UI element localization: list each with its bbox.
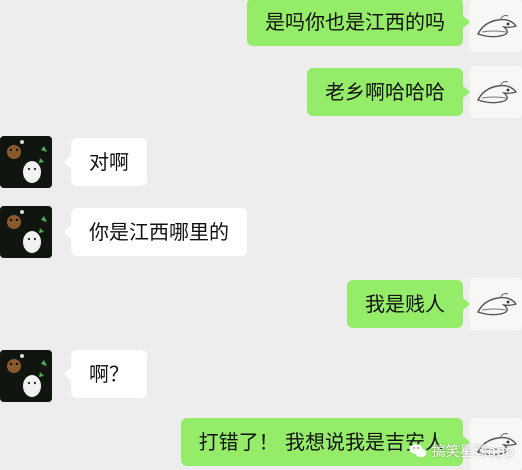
incoming-message-bubble[interactable]: 啊？: [64, 350, 147, 398]
outgoing-message-bubble[interactable]: 老乡啊哈哈哈: [307, 68, 470, 116]
contact-avatar[interactable]: [0, 206, 52, 258]
incoming-message-bubble[interactable]: 对啊: [64, 138, 147, 186]
dragon-sketch-avatar-icon: [470, 278, 522, 330]
watermark-text: 搞笑星球app: [431, 444, 514, 460]
chat-area: 是吗你也是江西的吗 老乡啊哈哈哈 对啊 你是江西哪里的 我是贱人 啊？ 打错了！…: [0, 0, 522, 470]
cartoon-bear-avatar-icon: [0, 136, 52, 188]
wechat-icon: [409, 444, 427, 458]
message-row: 你是江西哪里的: [0, 206, 522, 258]
watermark: 搞笑星球app: [409, 440, 514, 462]
dragon-sketch-avatar-icon: [470, 66, 522, 118]
message-text: 对啊: [89, 150, 129, 174]
cartoon-bear-avatar-icon: [0, 206, 52, 258]
my-avatar[interactable]: [470, 66, 522, 118]
incoming-message-bubble[interactable]: 你是江西哪里的: [64, 208, 247, 256]
outgoing-message-bubble[interactable]: 我是贱人: [347, 280, 470, 328]
contact-avatar[interactable]: [0, 350, 52, 402]
cartoon-bear-avatar-icon: [0, 350, 52, 402]
message-text: 你是江西哪里的: [89, 220, 229, 244]
message-text: 老乡啊哈哈哈: [325, 80, 445, 104]
message-row: 是吗你也是江西的吗: [0, 0, 522, 52]
my-avatar[interactable]: [470, 0, 522, 52]
outgoing-message-bubble[interactable]: 是吗你也是江西的吗: [247, 0, 470, 46]
message-row: 啊？: [0, 350, 522, 402]
dragon-sketch-avatar-icon: [470, 0, 522, 52]
my-avatar[interactable]: [470, 278, 522, 330]
message-row: 老乡啊哈哈哈: [0, 66, 522, 118]
message-row: 对啊: [0, 136, 522, 188]
message-text: 啊？: [89, 362, 129, 386]
message-text: 我是贱人: [365, 292, 445, 316]
message-text: 是吗你也是江西的吗: [265, 10, 445, 34]
contact-avatar[interactable]: [0, 136, 52, 188]
message-row: 我是贱人: [0, 278, 522, 330]
